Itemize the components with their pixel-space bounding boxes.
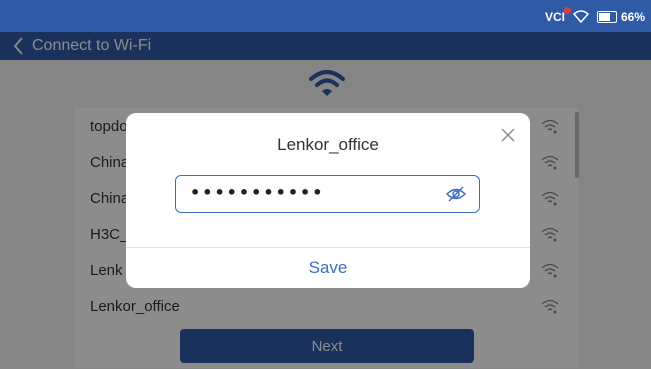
save-button[interactable]: Save	[126, 248, 530, 288]
dialog-title: Lenkor_office	[277, 135, 379, 154]
vci-alert-dot	[563, 7, 571, 14]
battery-icon	[596, 11, 617, 23]
wifi-icon	[572, 10, 589, 24]
status-icons: VCI 66%	[544, 7, 645, 26]
status-bar: VCI 66%	[0, 0, 651, 32]
eye-off-icon[interactable]	[445, 184, 467, 204]
close-icon[interactable]	[500, 127, 516, 143]
vci-label: VCI	[544, 10, 565, 24]
wifi-password-dialog: Lenkor_office ••••••••••• Save	[126, 113, 530, 288]
vci-indicator: VCI	[544, 7, 571, 24]
battery-indicator: 66%	[596, 10, 645, 24]
password-input[interactable]: •••••••••••	[175, 175, 480, 213]
password-value: •••••••••••	[190, 183, 325, 202]
battery-label: 66%	[620, 10, 645, 24]
